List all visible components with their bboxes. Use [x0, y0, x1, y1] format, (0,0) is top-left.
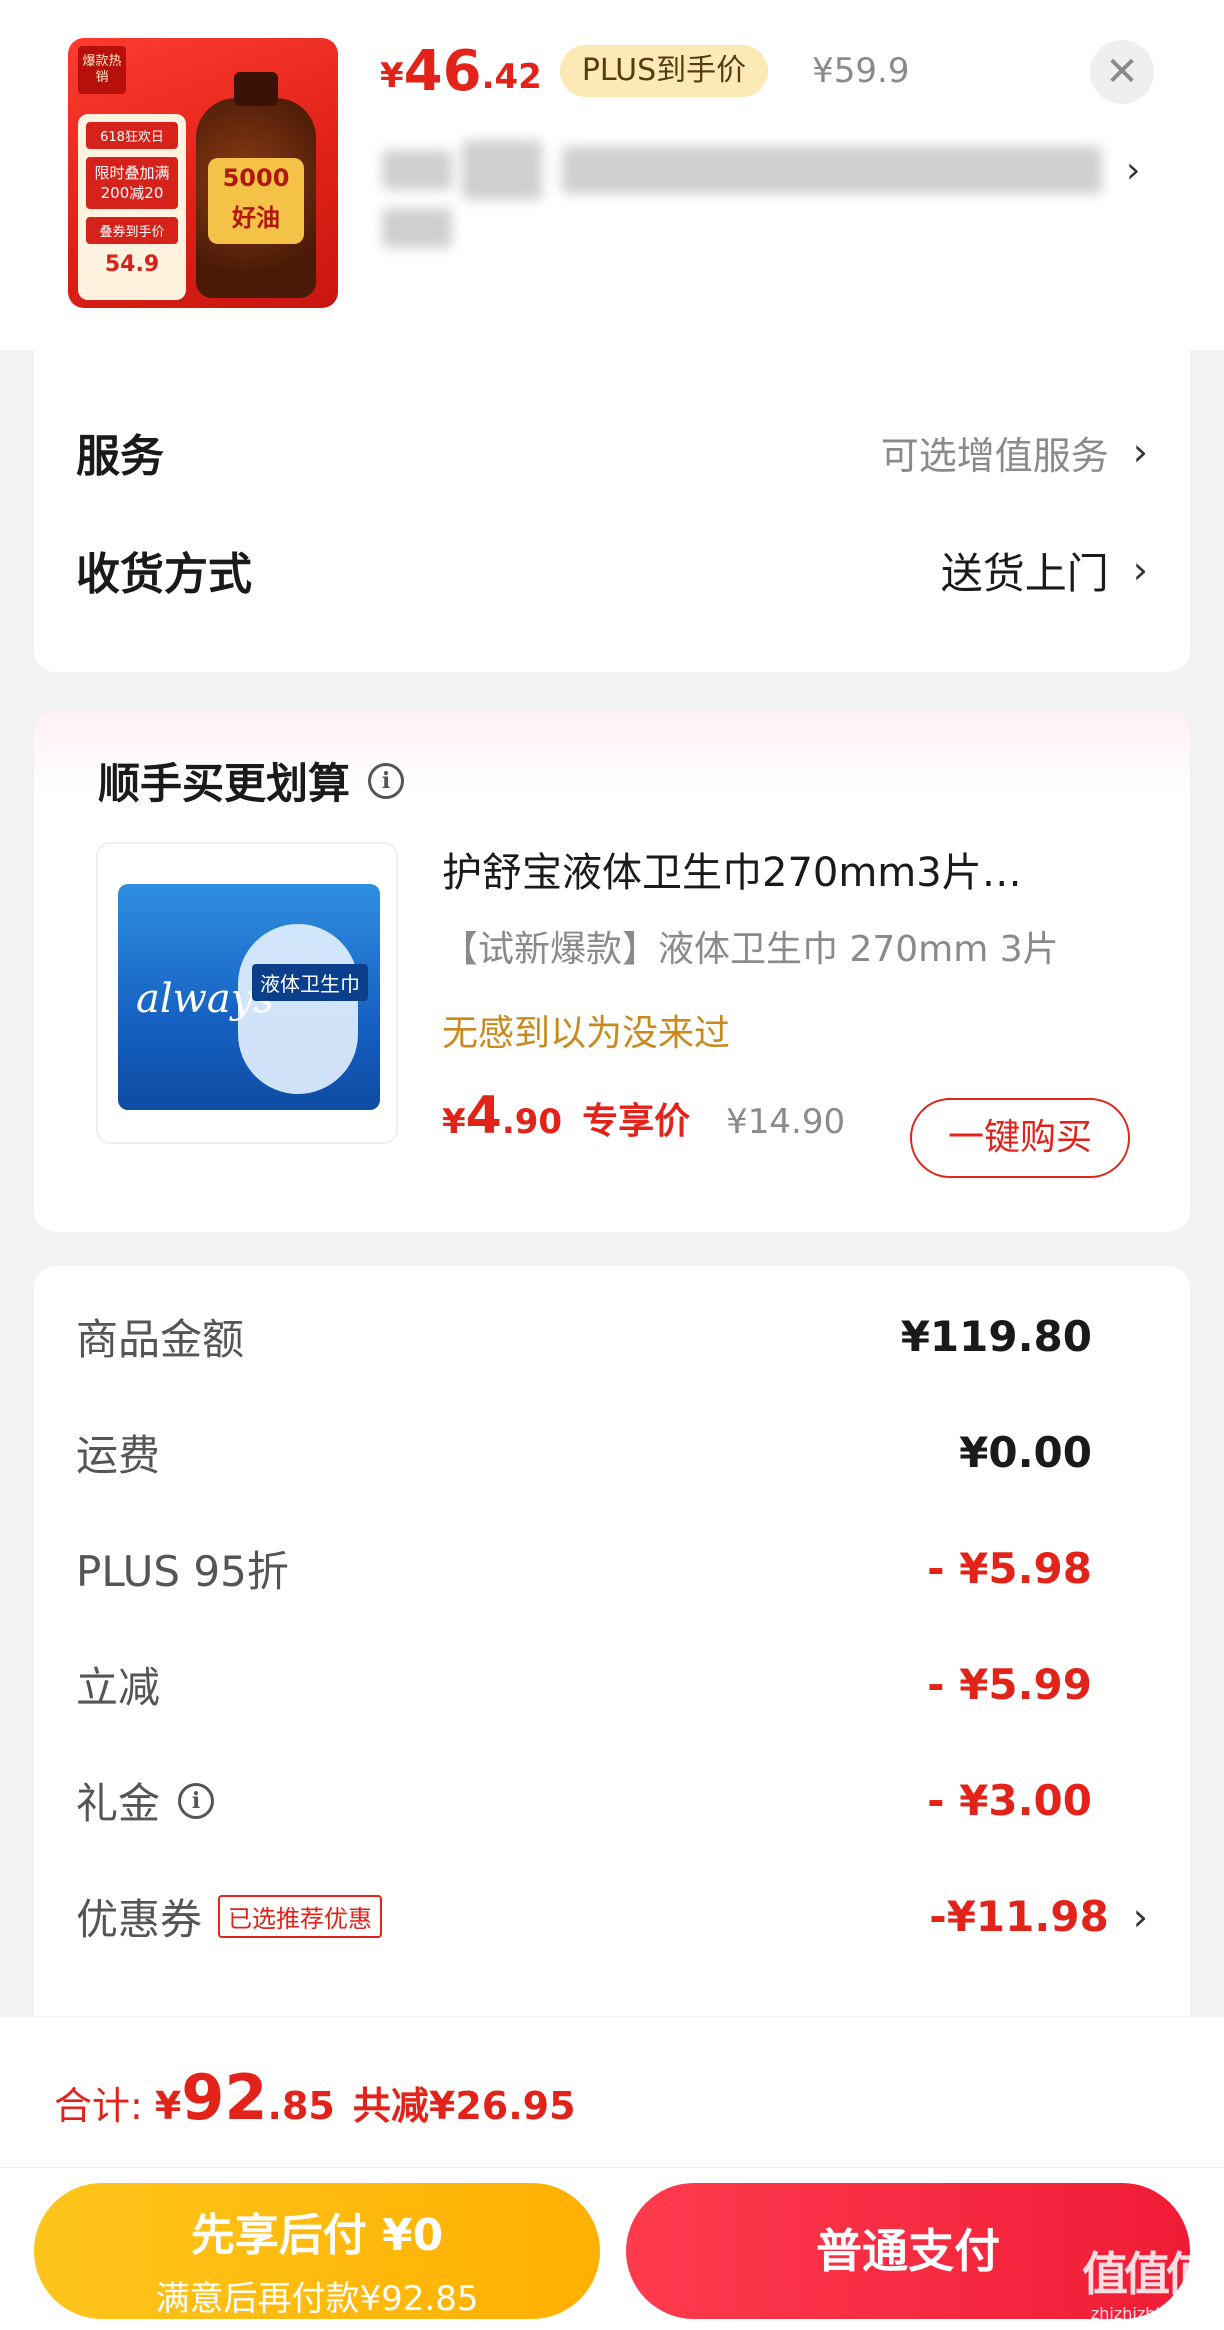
summary-amount: - ¥3.00	[927, 1776, 1092, 1825]
total-decimal: .85	[267, 2084, 335, 2128]
site-watermark: 值值值 zhizhizhi.com	[1070, 2238, 1220, 2328]
recommend-original-price: ¥14.90	[726, 1102, 846, 1142]
promo-card: 618狂欢日 限时叠加满200减20 叠券到手价 54.9	[78, 114, 186, 300]
plus-price-badge: PLUS到手价	[559, 45, 769, 97]
summary-label: 运费	[76, 1431, 161, 1480]
product-thumbnail[interactable]: 爆款热销 618狂欢日 限时叠加满200减20 叠券到手价 54.9 5000 …	[68, 38, 338, 308]
pay-later-subtitle: 满意后再付款¥92.85	[155, 2279, 479, 2319]
order-options-card: 服务 可选增值服务 › 收货方式 送货上门 ›	[34, 320, 1190, 672]
total-row: 合计: ¥ 92 .85 共减¥26.95	[54, 2061, 576, 2134]
price-decimal: .90	[501, 1102, 563, 1142]
recommend-price: ¥ 4 .90 专享价 ¥14.90	[442, 1086, 845, 1146]
recommend-card: 顺手买更划算 i always 液体卫生巾 护舒宝液体卫生巾270mm3片… 【…	[34, 710, 1190, 1232]
close-button[interactable]: ✕	[1090, 40, 1154, 104]
delivery-label: 收货方式	[76, 549, 252, 600]
pad-package: always 液体卫生巾	[118, 884, 380, 1110]
chevron-right-icon: ›	[1132, 1894, 1148, 1939]
summary-row: 礼金 i - ¥3.00	[76, 1770, 1148, 1831]
summary-amount: -¥11.98	[929, 1892, 1109, 1941]
chevron-right-icon: ›	[1132, 430, 1148, 474]
recommend-product-image[interactable]: always 液体卫生巾	[96, 842, 398, 1144]
close-icon: ✕	[1105, 49, 1139, 95]
promo-event: 618狂欢日	[86, 122, 178, 149]
watermark-url: zhizhizhi.com	[1090, 2304, 1200, 2323]
pay-later-button[interactable]: 先享后付 ¥0 满意后再付款¥92.85	[34, 2183, 600, 2319]
summary-row: 运费 ¥0.00	[76, 1422, 1148, 1483]
summary-label: PLUS 95折	[76, 1547, 289, 1596]
service-label: 服务	[76, 431, 164, 482]
price-currency: ¥	[442, 1102, 466, 1142]
summary-amount: ¥0.00	[959, 1428, 1092, 1477]
promo-discount: 限时叠加满200减20	[86, 157, 178, 209]
recommend-product-desc: 【试新爆款】液体卫生巾 270mm 3片	[442, 929, 1059, 970]
total-currency: ¥	[154, 2084, 182, 2128]
price-decimal: .42	[481, 57, 542, 97]
oil-bottle-image: 5000 好油	[196, 72, 316, 298]
recommend-title: 顺手买更划算 i	[98, 750, 405, 811]
price-integer: 4	[465, 1086, 502, 1146]
hot-sale-corner: 爆款热销	[78, 46, 126, 94]
summary-row: PLUS 95折 - ¥5.98	[76, 1538, 1148, 1599]
total-saved: 共减¥26.95	[352, 2084, 576, 2128]
price-integer: 46	[403, 38, 482, 104]
summary-amount: - ¥5.98	[927, 1544, 1092, 1593]
summary-label: 立减	[76, 1663, 161, 1712]
summary-amount: - ¥5.99	[927, 1660, 1092, 1709]
product-title-blurred[interactable]	[382, 130, 1102, 250]
total-label: 合计:	[54, 2084, 143, 2128]
recommend-title-text: 顺手买更划算	[98, 759, 351, 808]
summary-label: 优惠券	[76, 1895, 203, 1944]
delivery-value: 送货上门	[940, 548, 1109, 598]
checkout-bar: 合计: ¥ 92 .85 共减¥26.95 先享后付 ¥0 满意后再付款¥92.…	[0, 2016, 1224, 2330]
watermark-logo: 值值值	[1082, 2247, 1212, 2301]
one-click-buy-button[interactable]: 一键购买	[910, 1098, 1130, 1178]
info-icon[interactable]: i	[178, 1782, 215, 1819]
product-header: 爆款热销 618狂欢日 限时叠加满200减20 叠券到手价 54.9 5000 …	[0, 0, 1224, 350]
service-value: 可选增值服务	[880, 433, 1109, 478]
recommend-slogan: 无感到以为没来过	[442, 1013, 731, 1054]
divider	[0, 2167, 1224, 2168]
exclusive-price-tag: 专享价	[582, 1101, 691, 1142]
info-icon[interactable]: i	[368, 762, 405, 799]
chevron-right-icon[interactable]: ›	[1126, 150, 1140, 191]
summary-label: 商品金额	[76, 1315, 245, 1364]
price-currency: ¥	[380, 56, 404, 96]
header-price-row: ¥ 46 .42 PLUS到手价 ¥59.9	[380, 36, 910, 106]
coupon-recommended-badge: 已选推荐优惠	[218, 1895, 383, 1938]
chevron-right-icon: ›	[1132, 548, 1148, 592]
summary-label: 礼金	[76, 1779, 161, 1828]
promo-coupon-label: 叠券到手价	[86, 217, 178, 244]
promo-price: 54.9	[104, 252, 160, 277]
coupon-row[interactable]: 优惠券 已选推荐优惠 -¥11.98 ›	[76, 1886, 1148, 1947]
summary-amount: ¥119.80	[900, 1312, 1092, 1361]
package-tag: 液体卫生巾	[252, 964, 368, 1001]
service-row[interactable]: 服务 可选增值服务 ›	[76, 420, 1148, 484]
summary-row: 立减 - ¥5.99	[76, 1654, 1148, 1715]
summary-row: 商品金额 ¥119.80	[76, 1306, 1148, 1367]
recommend-product-name[interactable]: 护舒宝液体卫生巾270mm3片…	[442, 840, 1022, 898]
total-integer: 92	[181, 2061, 268, 2134]
bottle-label: 5000 好油	[208, 158, 304, 244]
delivery-row[interactable]: 收货方式 送货上门 ›	[76, 538, 1148, 602]
pay-later-title: 先享后付 ¥0	[190, 2210, 444, 2261]
original-price: ¥59.9	[812, 51, 910, 91]
bottle-cap	[234, 72, 278, 106]
